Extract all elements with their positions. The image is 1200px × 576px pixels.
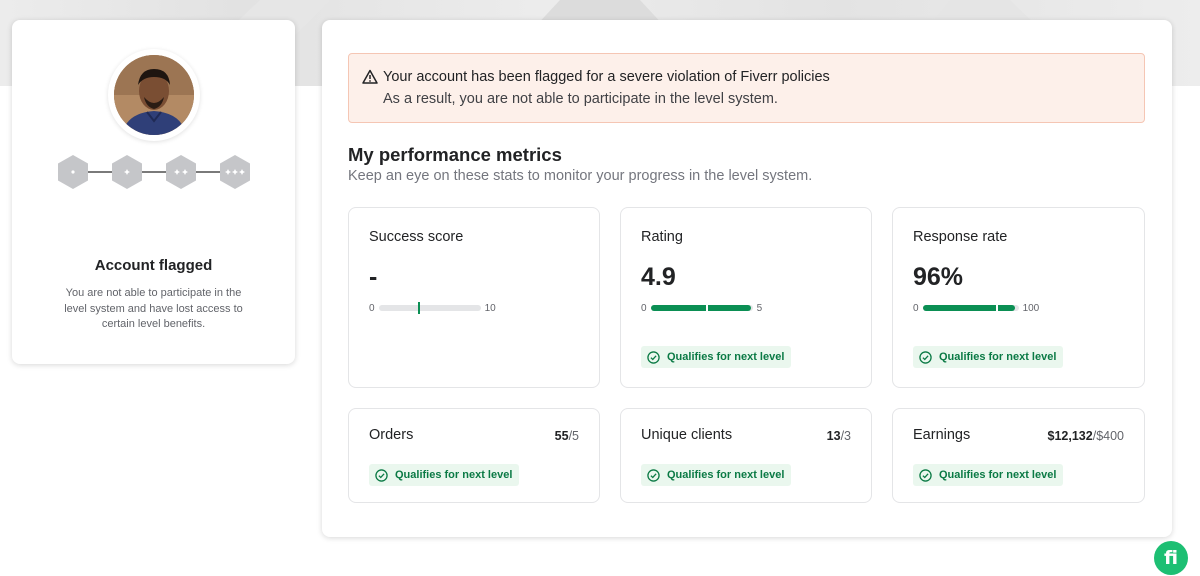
section-subtitle: Keep an eye on these stats to monitor yo… (348, 168, 813, 184)
count-target: /5 (568, 429, 579, 443)
qualify-badge: Qualifies for next level (641, 464, 792, 486)
scale-max: 5 (756, 302, 763, 314)
section-title: My performance metrics (348, 144, 562, 165)
threshold-marker (418, 302, 421, 314)
metric-rating: Rating 4.9 0 5 Qualifies for next level (620, 207, 872, 388)
metric-value: - (369, 263, 378, 291)
metric-label: Success score (369, 229, 464, 245)
metric-count: 13/3 (827, 429, 851, 443)
qualify-text: Qualifies for next level (939, 351, 1057, 363)
threshold-marker (705, 302, 708, 314)
avatar[interactable] (114, 55, 194, 135)
metric-response-rate: Response rate 96% 0 100 Qualifies for ne… (892, 207, 1145, 388)
metric-earnings: Earnings $12,132/$400 Qualifies for next… (892, 408, 1145, 503)
metric-label: Earnings (913, 427, 971, 443)
qualify-text: Qualifies for next level (667, 469, 785, 481)
level-hex-1 (58, 155, 88, 189)
alert-subtitle: As a result, you are not able to partici… (383, 91, 778, 107)
count-current: 13 (826, 429, 841, 443)
level-badges (58, 155, 250, 189)
scale-min: 0 (641, 302, 647, 314)
scale-min: 0 (913, 302, 919, 314)
metric-label: Rating (641, 229, 683, 245)
check-circle-icon (647, 468, 660, 482)
level-hex-4 (220, 155, 250, 189)
metric-scale: 0 10 (369, 301, 496, 315)
alert-title: Your account has been flagged for a seve… (383, 69, 830, 85)
avatar-ring (108, 49, 200, 141)
scale-min: 0 (369, 302, 375, 314)
metric-unique-clients: Unique clients 13/3 Qualifies for next l… (620, 408, 872, 503)
count-current: $12,132 (1047, 429, 1093, 443)
metric-scale: 0 100 (913, 301, 1039, 315)
qualify-text: Qualifies for next level (395, 469, 513, 481)
check-circle-icon (919, 350, 932, 364)
metric-count: 55/5 (555, 429, 579, 443)
scale-max: 100 (1022, 302, 1040, 314)
metric-success-score: Success score - 0 10 (348, 207, 600, 388)
qualify-text: Qualifies for next level (939, 469, 1057, 481)
metric-value: 96% (913, 263, 964, 291)
metric-label: Unique clients (641, 427, 733, 443)
level-hex-3 (166, 155, 196, 189)
count-current: 55 (554, 429, 569, 443)
qualify-text: Qualifies for next level (667, 351, 785, 363)
progress-fill (922, 305, 1015, 311)
count-target: /$400 (1092, 429, 1124, 443)
performance-card: Your account has been flagged for a seve… (322, 20, 1172, 537)
qualify-badge: Qualifies for next level (641, 346, 792, 368)
metric-value: 4.9 (641, 263, 676, 291)
fiverr-logo-button[interactable]: fi (1154, 541, 1188, 575)
metric-label: Orders (369, 427, 414, 443)
metric-count: $12,132/$400 (1048, 429, 1124, 443)
progress-bar (922, 302, 1019, 314)
threshold-marker (996, 302, 999, 314)
check-circle-icon (647, 350, 660, 364)
metric-orders: Orders 55/5 Qualifies for next level (348, 408, 600, 503)
account-status-description: You are not able to participate in the l… (64, 287, 243, 330)
progress-bar (378, 302, 481, 314)
qualify-badge: Qualifies for next level (369, 464, 520, 486)
level-hex-2 (112, 155, 142, 189)
count-target: /3 (840, 429, 851, 443)
progress-fill (650, 305, 751, 311)
qualify-badge: Qualifies for next level (913, 464, 1064, 486)
profile-card: Account flagged You are not able to part… (12, 20, 295, 364)
scale-max: 10 (484, 302, 496, 314)
policy-violation-alert: Your account has been flagged for a seve… (348, 53, 1145, 123)
progress-bar (650, 302, 753, 314)
qualify-badge: Qualifies for next level (913, 346, 1064, 368)
account-status-title: Account flagged (94, 257, 213, 274)
check-circle-icon (375, 468, 388, 482)
warning-icon (362, 69, 378, 84)
check-circle-icon (919, 468, 932, 482)
metric-label: Response rate (913, 229, 1008, 245)
metric-scale: 0 5 (641, 301, 762, 315)
